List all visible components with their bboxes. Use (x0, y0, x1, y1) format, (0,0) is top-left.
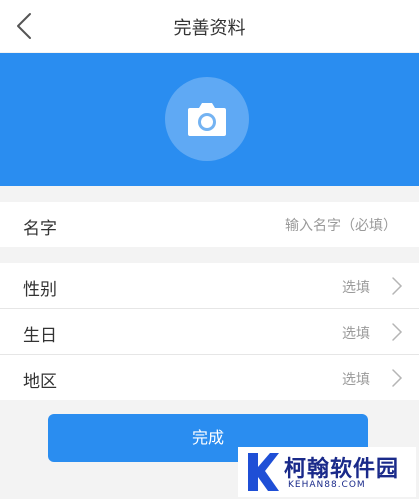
profile-header (0, 53, 419, 186)
watermark: 柯翰软件园 KEHAN88.COM (238, 447, 416, 497)
kehan-logo (248, 453, 279, 491)
chevron-right-icon (392, 369, 403, 387)
chevron-right-icon (392, 277, 403, 295)
navbar: 完善资料 (0, 0, 419, 52)
gender-label: 性别 (23, 280, 57, 300)
region-row[interactable]: 地区 选填 (0, 355, 419, 400)
gender-value: 选填 (342, 280, 370, 296)
region-value: 选填 (342, 372, 370, 388)
birthday-value: 选填 (342, 326, 370, 342)
avatar-upload-button[interactable] (165, 77, 249, 161)
name-label: 名字 (23, 219, 57, 239)
name-row: 名字 (0, 202, 419, 247)
name-input[interactable] (195, 212, 399, 240)
region-label: 地区 (23, 372, 57, 392)
page-title: 完善资料 (173, 18, 246, 39)
chevron-right-icon (392, 323, 403, 341)
gender-row[interactable]: 性别 选填 (0, 263, 419, 308)
birthday-row[interactable]: 生日 选填 (0, 309, 419, 354)
camera-icon (188, 103, 226, 136)
watermark-name: 柯翰软件园 (284, 457, 400, 482)
watermark-domain: KEHAN88.COM (288, 480, 366, 490)
birthday-label: 生日 (23, 326, 57, 346)
